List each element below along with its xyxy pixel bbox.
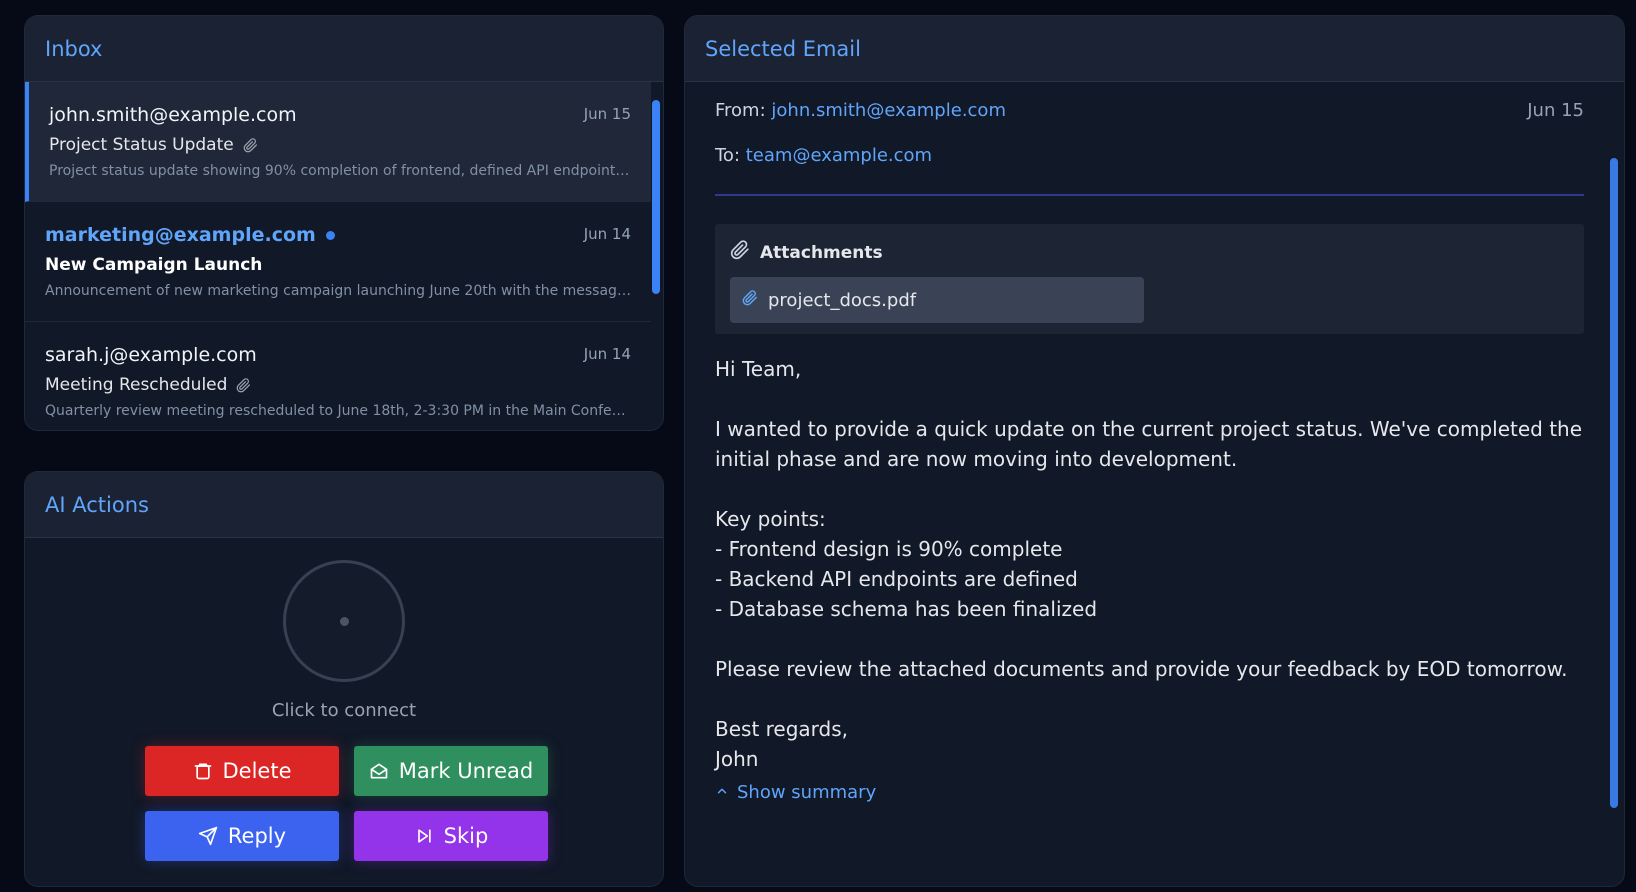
skip-label: Skip <box>443 824 489 848</box>
email-date: Jun 15 <box>583 105 631 123</box>
to-label: To: <box>715 145 741 166</box>
email-subject: Project Status Update <box>49 135 631 155</box>
paperclip-icon <box>730 240 750 265</box>
reply-label: Reply <box>227 824 287 848</box>
send-icon <box>198 826 218 846</box>
body-signature: John <box>715 747 759 771</box>
paperclip-icon <box>742 289 758 311</box>
subject-text: Project Status Update <box>49 135 234 155</box>
body-point: - Database schema has been finalized <box>715 597 1098 621</box>
delete-button[interactable]: Delete <box>145 746 339 796</box>
email-date: Jun 14 <box>583 225 631 243</box>
selected-email-panel: Selected Email From: john.smith@example.… <box>684 15 1625 887</box>
email-date: Jun 14 <box>583 345 631 363</box>
attachments-section: Attachments project_docs.pdf <box>715 224 1584 334</box>
trash-icon <box>193 761 213 781</box>
email-list-item[interactable]: sarah.j@example.com Jun 14 Meeting Resch… <box>25 322 651 430</box>
connect-control: Click to connect <box>25 560 663 721</box>
sender-address: john.smith@example.com <box>49 104 297 126</box>
skip-button[interactable]: Skip <box>354 811 548 861</box>
ai-actions-title: AI Actions <box>25 472 663 538</box>
email-preview: Quarterly review meeting rescheduled to … <box>45 403 631 419</box>
body-greeting: Hi Team, <box>715 357 802 381</box>
from-row: From: john.smith@example.com Jun 15 <box>715 100 1584 121</box>
from-address[interactable]: john.smith@example.com <box>771 100 1006 121</box>
body-point: - Backend API endpoints are defined <box>715 567 1078 591</box>
connect-label: Click to connect <box>271 700 417 721</box>
attachments-heading: Attachments <box>730 240 1569 265</box>
delete-label: Delete <box>222 759 292 783</box>
email-subject: Meeting Rescheduled <box>45 375 631 395</box>
connect-status-icon <box>339 616 349 626</box>
body-paragraph: Please review the attached documents and… <box>715 657 1568 681</box>
email-detail: From: john.smith@example.com Jun 15 To: … <box>715 82 1584 886</box>
inbox-title: Inbox <box>25 16 663 82</box>
unread-indicator-icon <box>325 230 335 240</box>
email-body: Hi Team, I wanted to provide a quick upd… <box>715 354 1584 774</box>
ai-actions-panel: AI Actions Click to connect Delete Mark … <box>24 471 664 887</box>
show-summary-label: Show summary <box>737 782 877 803</box>
email-list-item-selected[interactable]: john.smith@example.com Jun 15 Project St… <box>25 82 651 202</box>
mark-unread-label: Mark Unread <box>398 759 534 783</box>
email-subject: New Campaign Launch <box>45 255 631 275</box>
chevron-up-icon <box>715 782 729 803</box>
paperclip-icon <box>243 137 258 153</box>
skip-forward-icon <box>414 826 434 846</box>
paperclip-icon <box>236 377 251 393</box>
show-summary-button[interactable]: Show summary <box>715 782 876 803</box>
email-scrollbar-thumb[interactable] <box>1610 158 1618 808</box>
action-buttons: Delete Mark Unread Reply Skip <box>145 746 548 861</box>
to-address[interactable]: team@example.com <box>746 145 932 166</box>
body-paragraph: I wanted to provide a quick update on th… <box>715 417 1583 471</box>
inbox-panel: Inbox john.smith@example.com Jun 15 Proj… <box>24 15 664 431</box>
attachment-filename: project_docs.pdf <box>768 289 917 311</box>
email-preview: Announcement of new marketing campaign l… <box>45 283 631 299</box>
subject-text: Meeting Rescheduled <box>45 375 228 395</box>
body-point: - Frontend design is 90% complete <box>715 537 1063 561</box>
inbox-scrollbar[interactable] <box>652 100 660 294</box>
subject-text: New Campaign Launch <box>45 255 263 275</box>
email-date: Jun 15 <box>1527 100 1584 121</box>
mark-unread-button[interactable]: Mark Unread <box>354 746 548 796</box>
from-label: From: <box>715 100 766 121</box>
header-divider <box>715 194 1584 196</box>
sender-address: marketing@example.com <box>45 224 316 246</box>
envelope-open-icon <box>369 761 389 781</box>
selected-email-title: Selected Email <box>685 16 1624 82</box>
email-list-item[interactable]: marketing@example.com Jun 14 New Campaig… <box>25 202 651 322</box>
body-key-points-label: Key points: <box>715 507 826 531</box>
reply-button[interactable]: Reply <box>145 811 339 861</box>
sender-address: sarah.j@example.com <box>45 344 257 366</box>
email-sender: marketing@example.com <box>45 224 631 246</box>
body-closing: Best regards, <box>715 717 849 741</box>
attachment-file-button[interactable]: project_docs.pdf <box>730 277 1144 323</box>
email-scrollbar-track[interactable] <box>1610 158 1618 808</box>
email-list: john.smith@example.com Jun 15 Project St… <box>25 82 651 430</box>
email-sender: sarah.j@example.com <box>45 344 631 366</box>
email-preview: Project status update showing 90% comple… <box>49 163 631 179</box>
attachments-label: Attachments <box>760 242 883 263</box>
to-row: To: team@example.com <box>715 145 932 166</box>
email-sender: john.smith@example.com <box>49 104 631 126</box>
connect-button[interactable] <box>283 560 405 682</box>
